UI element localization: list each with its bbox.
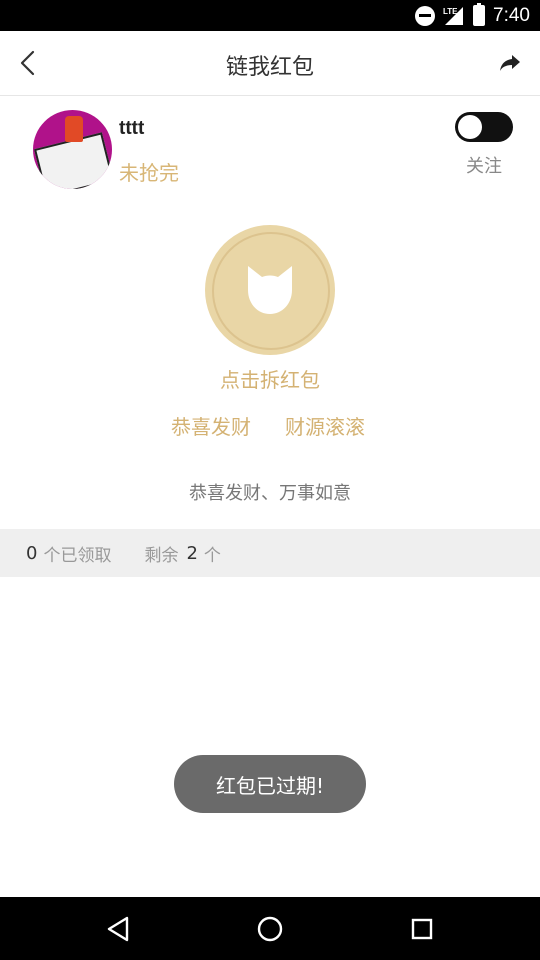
nav-back-button[interactable] [98,909,138,949]
blessing-text: 财源滚滚 [285,415,365,439]
avatar[interactable] [33,110,112,189]
blessing-text: 恭喜发财 [171,415,251,439]
cat-head-icon [248,266,292,314]
nav-home-button[interactable] [250,909,290,949]
recents-square-icon [411,918,433,940]
claimed-count: 0 [26,542,38,564]
network-type-label: LTE [443,7,458,16]
do-not-disturb-icon [415,5,436,26]
share-icon [500,55,520,71]
expired-toast: 红包已过期! [174,755,366,813]
nav-recents-button[interactable] [402,909,442,949]
share-button[interactable] [492,45,528,81]
status-bar: LTE 7:40 [0,0,540,31]
app-bar: 链我红包 [0,31,540,96]
remaining-unit: 个 [203,545,221,566]
remaining-count: 2 [186,542,198,564]
toggle-knob [458,115,482,139]
home-circle-icon [257,916,283,942]
battery-icon [473,3,486,26]
system-nav-bar [0,897,540,960]
open-envelope-button[interactable] [205,225,335,355]
page-title: 链我红包 [225,55,314,80]
follow-label: 关注 [466,156,502,177]
envelope-status: 未抢完 [119,161,179,185]
back-triangle-icon [107,916,129,942]
clock: 7:40 [493,4,530,26]
tap-to-open-label[interactable]: 点击拆红包 [0,364,540,393]
claimed-label: 个已领取 [43,545,112,566]
remaining-label: 剩余 [144,545,179,566]
follow-toggle[interactable] [455,112,513,142]
user-name: tttt [119,118,145,139]
envelope-message: 恭喜发财、万事如意 [189,483,351,504]
claim-stats: 0 个已领取 剩余 2 个 [0,529,540,577]
signal-icon: LTE [443,5,465,27]
